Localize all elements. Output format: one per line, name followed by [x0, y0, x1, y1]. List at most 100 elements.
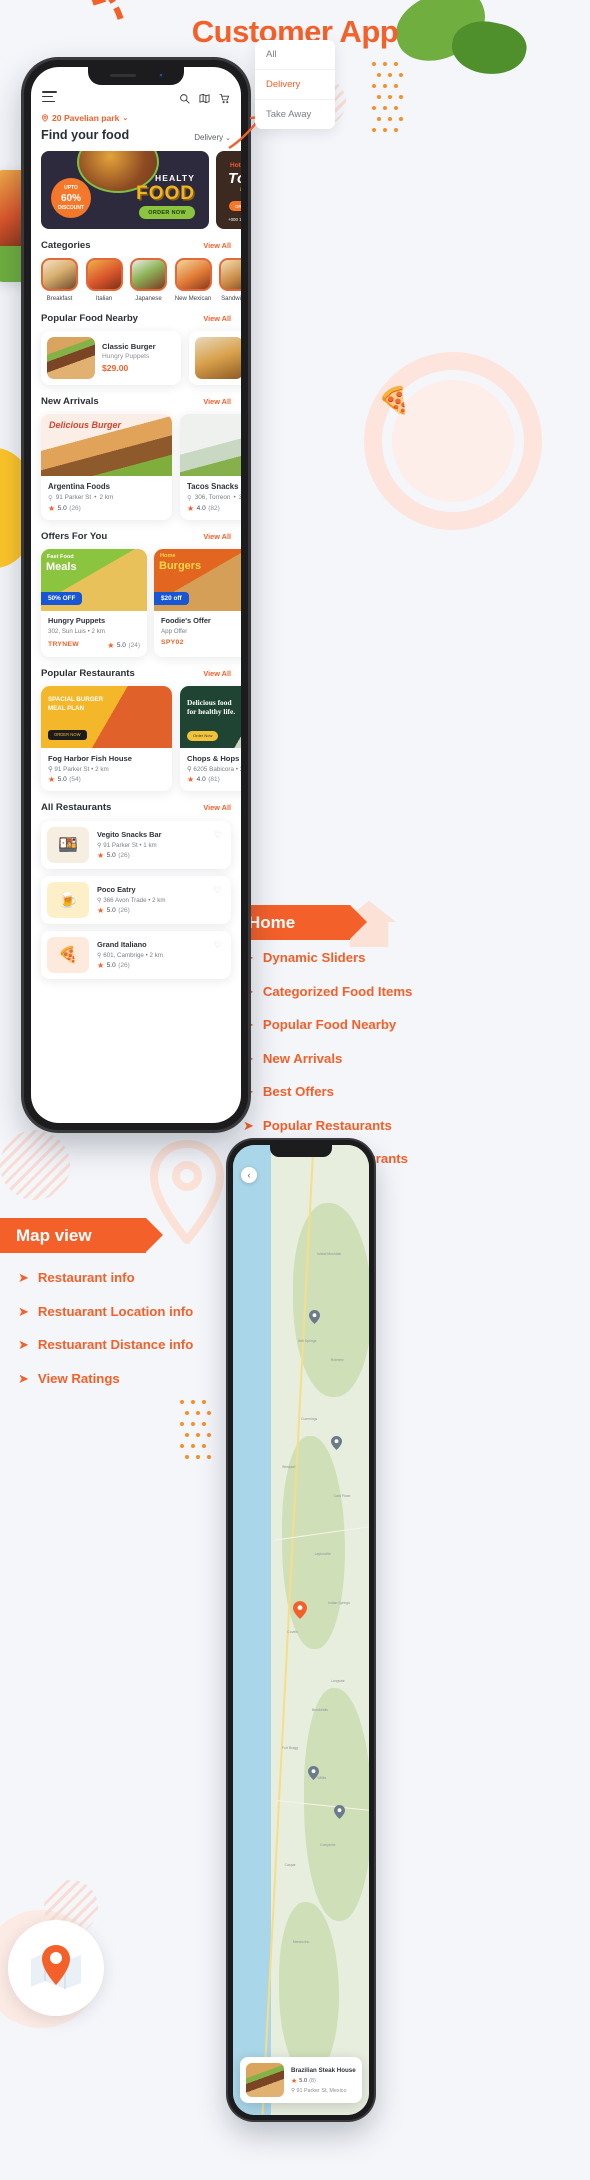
map-marker-icon[interactable] — [307, 1765, 319, 1780]
feature-label: Restaurant info — [37, 1270, 135, 1285]
rating-value: 5.0 — [57, 776, 67, 784]
favorite-icon[interactable]: ♡ — [214, 830, 222, 841]
feature-label: View Ratings — [37, 1370, 120, 1386]
restaurant-card[interactable]: Delicious Burger Argentina Foods ⚲ 91 Pa… — [41, 413, 172, 520]
view-all-link[interactable]: View All — [203, 397, 231, 406]
offer-rating: ★ 5.0 (24) — [107, 641, 140, 650]
view-all-link[interactable]: View All — [203, 803, 231, 812]
category-item[interactable]: Sandwiches — [219, 258, 241, 302]
location-pin-icon — [41, 114, 49, 123]
restaurant-card[interactable]: SPACIAL BURGER MEAL PLAN ORDER NOW Fog H… — [41, 685, 172, 791]
offer-card[interactable]: Home Burgers $20 off Foodie's Offer App … — [154, 548, 241, 657]
offer-address: 302, Sun Luis — [48, 627, 86, 635]
map-marker-icon[interactable] — [330, 1436, 342, 1450]
map-label: Comptche — [320, 1843, 336, 1848]
favorite-icon[interactable]: ♡ — [214, 885, 222, 896]
star-icon: ★ — [97, 850, 105, 860]
card-banner-text: Delicious Burger — [49, 419, 122, 430]
cart-icon[interactable] — [219, 93, 230, 104]
view-all-link[interactable]: View All — [203, 532, 231, 541]
feature-label: Categorized Food Items — [262, 983, 413, 999]
restaurant-meta: ⚲ 366 Avon Trade • 2 km — [97, 896, 166, 904]
map-label: Bell Springs — [298, 1339, 317, 1343]
restaurant-image: Delicious Burger — [41, 413, 172, 476]
menu-icon[interactable] — [42, 91, 57, 105]
food-card[interactable]: Cheez Burger Momun Snacks $35.00 — [189, 330, 241, 385]
restaurant-image: Delicious food for healthy life. Order N… — [180, 685, 241, 748]
location-pin-icon: ⚲ — [48, 494, 53, 502]
restaurant-meta: ⚲ 6205 Babicora • 3 km — [187, 766, 241, 773]
food-price: $29.00 — [102, 363, 129, 374]
rating-count: (8) — [309, 2077, 316, 2084]
restaurant-name: Brazilian Steak House — [291, 2066, 356, 2074]
food-image — [47, 336, 95, 379]
map-marker-selected-icon[interactable] — [292, 1600, 307, 1619]
category-label: Breakfast — [46, 294, 73, 302]
star-icon: ★ — [187, 503, 195, 513]
restaurant-card[interactable]: GET 30% OFF BUY NOW Tacos Snacks ⚲ 306, … — [180, 413, 241, 520]
view-all-link[interactable]: View All — [203, 241, 231, 250]
map-label: Laytonville — [314, 1552, 331, 1557]
rating-value: 5.0 — [57, 505, 67, 513]
rating-count: (26) — [118, 962, 130, 970]
category-item[interactable]: Breakfast — [41, 258, 78, 302]
arrow-bullet-icon: ➤ — [18, 1337, 29, 1352]
promo-banner-healthy-food[interactable]: UPTO 60% DISCOUNT HEALTY FOOD ORDER NOW — [41, 151, 209, 230]
food-image — [195, 336, 241, 379]
dot-separator: • — [233, 494, 236, 502]
offer-tag: $20 off — [154, 591, 189, 605]
mode-dropdown[interactable]: All Delivery Take Away — [255, 40, 335, 129]
map-marker-icon[interactable] — [333, 1804, 345, 1819]
search-icon[interactable] — [179, 93, 190, 104]
section-header-offers: Offers For You View All — [41, 531, 231, 542]
banner-cta-button[interactable]: ORDER NOW — [48, 729, 87, 740]
feature-label: Restuarant Distance info — [37, 1337, 194, 1352]
food-card[interactable]: Classic Burger Hungry Puppets $29.00 — [41, 330, 181, 385]
view-all-link[interactable]: View All — [203, 669, 231, 678]
banner-cta-button[interactable]: ORDER NOW — [229, 201, 241, 212]
favorite-icon[interactable]: ♡ — [214, 940, 222, 951]
back-button[interactable]: ‹ — [241, 1167, 257, 1183]
map-canvas[interactable] — [233, 1145, 369, 2115]
category-image — [85, 258, 123, 292]
offer-card[interactable]: Fast Food Meals 50% OFF Hungry Puppets 3… — [41, 548, 147, 657]
banner-line1: Hot and special — [230, 162, 241, 170]
view-all-link[interactable]: View All — [203, 314, 231, 323]
dropdown-item-take-away[interactable]: Take Away — [255, 100, 335, 129]
offer-distance: 2 km — [91, 627, 105, 635]
restaurant-name: Fog Harbor Fish House — [48, 753, 132, 763]
map-label: Westport — [281, 1465, 296, 1470]
restaurant-name: Argentina Foods — [48, 481, 110, 491]
offer-banner-line1: Home — [160, 552, 176, 559]
banner-cta-button[interactable]: ORDER NOW — [139, 206, 195, 220]
location-pin-icon: ⚲ — [187, 765, 192, 773]
restaurant-name: Poco Eatry — [97, 884, 136, 894]
map-marker-icon[interactable] — [309, 1309, 321, 1324]
category-item[interactable]: Japanese — [130, 258, 167, 302]
list-item[interactable]: 🍺 Poco Eatry ⚲ 366 Avon Trade • 2 km ★ 5.… — [41, 875, 231, 924]
dropdown-item-delivery[interactable]: Delivery — [255, 70, 335, 100]
promo-banner-slider[interactable]: UPTO 60% DISCOUNT HEALTY FOOD ORDER NOW … — [41, 151, 241, 230]
restaurant-card[interactable]: Delicious food for healthy life. Order N… — [180, 685, 241, 791]
offer-banner-line2: Burgers — [159, 559, 202, 572]
category-item[interactable]: Italian — [85, 258, 123, 302]
location-selector[interactable]: 20 Pavelian park ⌄ — [41, 113, 231, 123]
restaurant-rating: ★ 4.0 (81) — [187, 775, 241, 784]
category-item[interactable]: New Mexican — [174, 258, 212, 302]
map-label: Brooktrails — [311, 1707, 328, 1712]
list-item[interactable]: 🍕 Grand Italiano ⚲ 601, Cambrige • 2 km … — [41, 930, 231, 979]
restaurant-name: Chops & Hops — [187, 753, 240, 763]
rating-count: (82) — [208, 505, 220, 513]
list-item[interactable]: 🍱 Vegito Snacks Bar ⚲ 91 Parker St • 1 k… — [41, 820, 231, 869]
rating-count: (54) — [69, 776, 81, 784]
map-icon[interactable] — [199, 93, 210, 104]
restaurant-address: 91 Parker St — [54, 765, 90, 773]
map-restaurant-card[interactable]: Brazilian Steak House ★ 5.0 (8) ⚲ 91 Par… — [240, 2057, 362, 2103]
offer-code: SPY02 — [161, 638, 184, 646]
promo-banner-todays-menu[interactable]: Hot and special Todays menu ORDER NOW +0… — [216, 151, 241, 230]
dropdown-item-all[interactable]: All — [255, 40, 335, 70]
rating-value: 5.0 — [299, 2077, 308, 2084]
rating-value: 5.0 — [116, 642, 126, 650]
category-image — [41, 258, 78, 292]
banner-cta-button[interactable]: Order Now — [187, 730, 219, 741]
